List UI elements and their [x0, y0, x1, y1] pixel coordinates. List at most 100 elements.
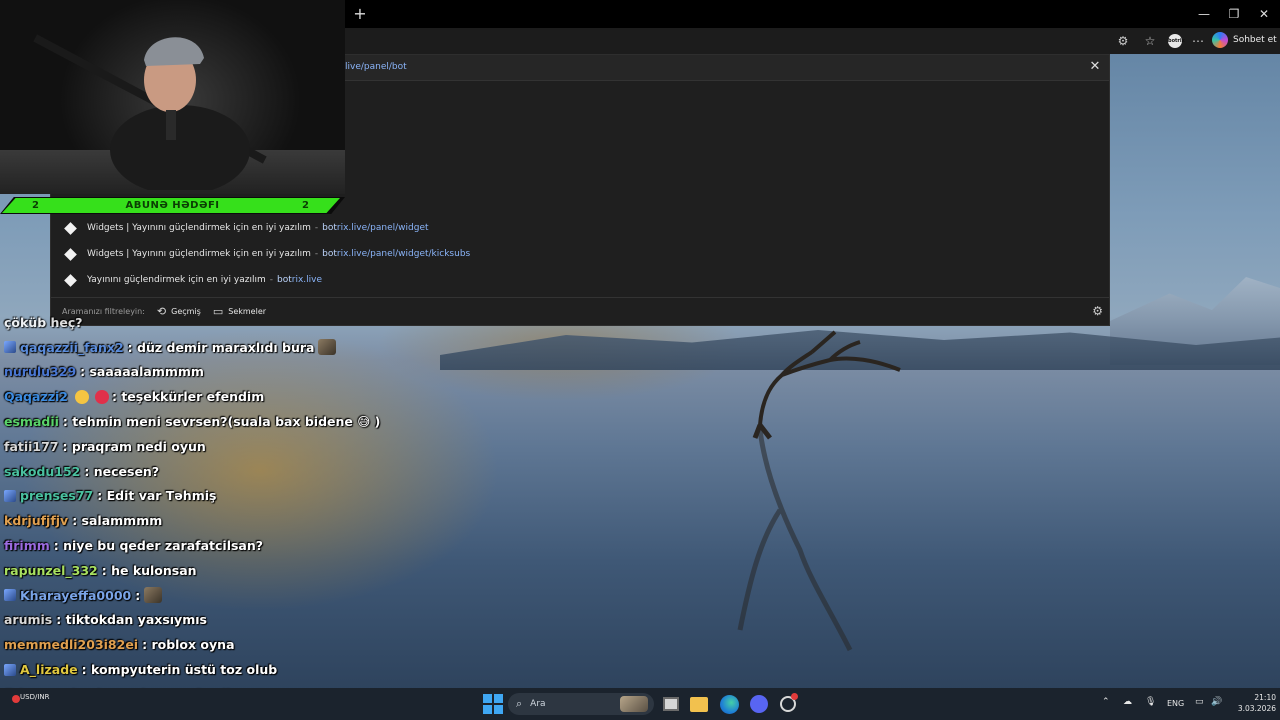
chat-username: sakodu152	[4, 463, 81, 479]
chat-username: arumis	[4, 612, 53, 628]
volume-icon[interactable]: 🔊	[1211, 697, 1222, 707]
chat-text: : kompyuterin üstü toz olub	[81, 662, 278, 678]
chat-text: : necesen?	[84, 463, 160, 479]
heart-eyes-emoji-icon	[74, 389, 89, 404]
chat-message: çöküb heç?	[4, 314, 83, 330]
clock[interactable]: 21:10 3.03.2026	[1232, 692, 1276, 714]
chat-username: nurulu329	[4, 364, 77, 380]
wallpaper-tree	[752, 330, 901, 440]
user-badge-icon	[4, 341, 16, 354]
botrix-icon	[64, 247, 77, 261]
subscriber-goal-bar: 2 ABUNƏ HƏDƏFI 2	[0, 197, 345, 214]
chat-text: : düz demir maraxlıdı bura	[127, 339, 315, 355]
restore-icon[interactable]: ❐	[1222, 4, 1246, 24]
notification-badge	[791, 693, 798, 700]
file-explorer-icon[interactable]	[690, 697, 708, 712]
chat-username: kdrjufjfjv	[4, 513, 69, 529]
chat-emote-image	[144, 587, 163, 604]
address-url[interactable]: live/panel/bot	[345, 62, 407, 72]
chat-username: A_lizade	[20, 662, 78, 678]
chat-username: rapunzel_332	[4, 562, 98, 578]
chat-username: fatii177	[4, 438, 59, 454]
chat-text: : niye bu qeder zarafatcilsan?	[53, 538, 264, 554]
profile-avatar[interactable]: botrix	[1168, 34, 1185, 48]
chat-message: qaqazzii_fanx2: düz demir maraxlıdı bura	[4, 335, 524, 360]
chat-emote-image	[318, 339, 337, 356]
chat-text: : salammmm	[72, 513, 163, 529]
chat-message: firimm: niye bu qeder zarafatcilsan?	[4, 533, 524, 558]
chat-username: memmedli203i82ei	[4, 637, 139, 653]
chat-username: qaqazzii_fanx2	[20, 339, 124, 355]
language-indicator[interactable]: ENG	[1167, 699, 1184, 708]
extensions-icon[interactable]: ⚙	[1114, 32, 1132, 50]
chat-message: A_lizade: kompyuterin üstü toz olub	[4, 657, 524, 682]
chevron-up-icon[interactable]: ⌃	[1102, 697, 1110, 707]
streamer-figure	[110, 37, 250, 190]
chat-text: : Edit var Təhmiş	[97, 488, 217, 504]
start-icon[interactable]	[483, 694, 503, 714]
favorites-icon[interactable]: ☆	[1141, 32, 1159, 50]
copilot-button[interactable]: Sohbet et	[1212, 30, 1277, 50]
close-window-icon[interactable]: ✕	[1252, 4, 1276, 24]
chat-text: : tiktokdan yaxsıymıs	[56, 612, 207, 628]
browser-tab-strip	[345, 0, 1280, 28]
suggestion-item[interactable]: Widgets | Yayınını güçlendirmek için en …	[51, 243, 1109, 265]
edge-icon[interactable]	[720, 695, 739, 714]
settings-icon[interactable]: ⚙	[1092, 304, 1103, 318]
chat-username: prenses77	[20, 488, 94, 504]
chat-message: prenses77: Edit var Təhmiş	[4, 484, 524, 509]
goal-target: 2	[302, 200, 309, 211]
discord-icon[interactable]	[750, 695, 768, 713]
minimize-icon[interactable]: —	[1192, 4, 1216, 24]
chat-message: Qaqazzi2 : teşekkürler efendim	[4, 384, 524, 409]
wallpaper-reflection	[737, 430, 853, 652]
copilot-icon	[1212, 32, 1228, 48]
chat-text: : saaaaalammmm	[80, 364, 204, 380]
chat-username: Qaqazzi2	[4, 389, 68, 405]
browser-toolbar	[345, 28, 1280, 54]
new-tab-button[interactable]: +	[350, 4, 370, 24]
botrix-icon	[64, 273, 77, 287]
ticker-alert-icon	[12, 695, 20, 703]
chat-overlay: çöküb heç? qaqazzii_fanx2: düz demir mar…	[4, 310, 524, 707]
chat-text: : praqram nedi oyun	[62, 438, 206, 454]
network-icon[interactable]: ▭	[1195, 697, 1204, 707]
chat-message: memmedli203i82ei: roblox oyna	[4, 632, 524, 657]
chat-text: : tehmin meni sevrsen?(suala bax bidene …	[62, 414, 381, 430]
chat-message: Kharayeffa0000:	[4, 583, 524, 608]
task-view-icon[interactable]	[663, 697, 679, 711]
webcam-overlay	[0, 0, 345, 194]
user-badge-icon	[4, 589, 16, 602]
microphone-icon[interactable]: 🎙	[1145, 697, 1156, 707]
chat-text: : teşekkürler efendim	[111, 389, 265, 405]
botrix-icon	[64, 221, 77, 235]
search-icon: ⌕	[516, 697, 523, 710]
chat-message: sakodu152: necesen?	[4, 459, 524, 484]
chat-message: nurulu329: saaaaalammmm	[4, 360, 524, 385]
copilot-label: Sohbet et	[1233, 35, 1277, 45]
taskbar-search[interactable]: ⌕ Ara	[508, 693, 654, 715]
suggestion-item[interactable]: Yayınını güçlendirmek için en iyi yazılı…	[51, 269, 1109, 291]
close-icon[interactable]: ✕	[1087, 59, 1103, 75]
chat-username: esmadii	[4, 414, 59, 430]
search-placeholder: Ara	[530, 699, 546, 709]
chat-text: : roblox oyna	[142, 637, 235, 653]
chat-message: esmadii: tehmin meni sevrsen?(suala bax …	[4, 409, 524, 434]
chat-message: rapunzel_332: he kulonsan	[4, 558, 524, 583]
chat-message: fatii177: praqram nedi oyun	[4, 434, 524, 459]
chat-text: :	[135, 587, 141, 603]
heart-emoji-icon	[94, 389, 109, 404]
chat-text: : he kulonsan	[101, 562, 197, 578]
chat-username: firimm	[4, 538, 50, 554]
chat-message: arumis: tiktokdan yaxsıymıs	[4, 608, 524, 633]
user-badge-icon	[4, 489, 16, 502]
more-menu-icon[interactable]: ⋯	[1189, 32, 1207, 50]
chat-message: kdrjufjfjv: salammmm	[4, 508, 524, 533]
suggestion-item[interactable]: Widgets | Yayınını güçlendirmek için en …	[51, 217, 1109, 239]
onedrive-icon[interactable]: ☁	[1123, 697, 1132, 707]
search-highlight-image	[620, 696, 648, 712]
goal-title: ABUNƏ HƏDƏFI	[125, 200, 220, 211]
user-badge-icon	[4, 663, 16, 676]
chat-username: Kharayeffa0000	[20, 587, 132, 603]
ticker-widget[interactable]: USD/INR	[20, 693, 49, 701]
